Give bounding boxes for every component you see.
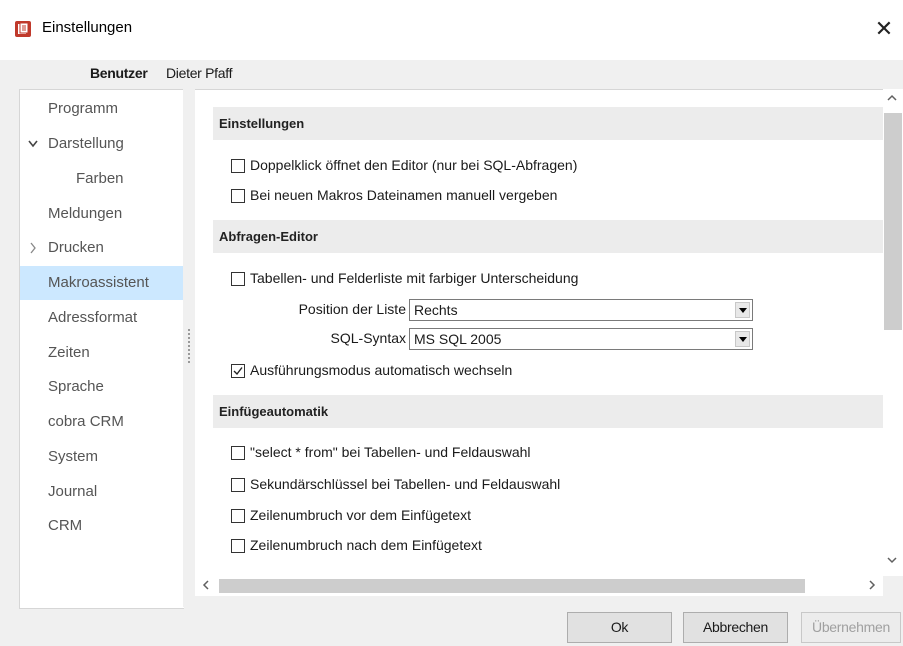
nav-item-label: Darstellung bbox=[48, 135, 124, 152]
settings-nav: Programm Darstellung Farben Meldungen Dr… bbox=[19, 89, 184, 609]
nav-item-makroassistent[interactable]: Makroassistent bbox=[20, 266, 184, 300]
close-icon[interactable]: ✕ bbox=[871, 16, 897, 42]
nav-item-label: Farben bbox=[76, 170, 124, 187]
nav-item-label: CRM bbox=[48, 517, 83, 534]
position-value: Rechts bbox=[414, 302, 458, 318]
nav-item-label: Makroassistent bbox=[48, 274, 149, 291]
grip-icon bbox=[188, 329, 190, 363]
nav-item-crm[interactable]: CRM bbox=[20, 509, 184, 543]
checkbox-label: Tabellen- und Felderliste mit farbiger U… bbox=[250, 270, 579, 286]
horizontal-scrollbar[interactable] bbox=[195, 576, 883, 596]
nav-item-cobra-crm[interactable]: cobra CRM bbox=[20, 405, 184, 439]
checkbox-label: Zeilenumbruch nach dem Einfügetext bbox=[250, 537, 482, 553]
nav-item-drucken[interactable]: Drucken bbox=[20, 231, 184, 265]
scroll-right-icon[interactable] bbox=[867, 577, 877, 593]
checkbox-label: Bei neuen Makros Dateinamen manuell verg… bbox=[250, 187, 558, 203]
section-header-abfragen-editor: Abfragen-Editor bbox=[213, 220, 883, 253]
checkbox-box[interactable] bbox=[231, 272, 245, 286]
nav-item-zeiten[interactable]: Zeiten bbox=[20, 336, 184, 370]
scroll-down-icon[interactable] bbox=[886, 555, 898, 565]
checkbox-box[interactable] bbox=[231, 189, 245, 203]
settings-content: Einstellungen Doppelklick öffnet den Edi… bbox=[195, 89, 883, 577]
user-name: Dieter Pfaff bbox=[166, 65, 233, 81]
nav-item-darstellung[interactable]: Darstellung bbox=[20, 127, 184, 161]
nav-item-adressformat[interactable]: Adressformat bbox=[20, 301, 184, 335]
nav-item-label: Journal bbox=[48, 483, 98, 500]
checkbox-box[interactable] bbox=[231, 446, 245, 460]
sql-syntax-label: SQL-Syntax bbox=[330, 330, 406, 346]
position-select[interactable]: Rechts bbox=[409, 299, 753, 321]
nav-item-system[interactable]: System bbox=[20, 440, 184, 474]
app-icon bbox=[15, 21, 31, 37]
nav-item-label: Programm bbox=[48, 100, 119, 117]
nav-item-label: cobra CRM bbox=[48, 413, 124, 430]
nav-item-label: Zeiten bbox=[48, 344, 90, 361]
vertical-scroll-thumb[interactable] bbox=[884, 113, 902, 330]
nav-item-sprache[interactable]: Sprache bbox=[20, 370, 184, 404]
checkbox-box[interactable] bbox=[231, 478, 245, 492]
nav-item-meldungen[interactable]: Meldungen bbox=[20, 197, 184, 231]
splitter-handle[interactable] bbox=[183, 89, 195, 607]
checkbox-box[interactable] bbox=[231, 539, 245, 553]
nav-item-label: Meldungen bbox=[48, 205, 123, 222]
checkmark-icon bbox=[233, 367, 243, 376]
section-title: Einstellungen bbox=[219, 116, 305, 131]
nav-item-farben[interactable]: Farben bbox=[20, 162, 184, 196]
horizontal-scroll-thumb[interactable] bbox=[219, 579, 805, 593]
ok-button[interactable]: Ok bbox=[567, 612, 672, 643]
section-title: Abfragen-Editor bbox=[219, 229, 318, 244]
section-header-einstellungen: Einstellungen bbox=[213, 107, 883, 140]
window-title: Einstellungen bbox=[42, 19, 133, 36]
scroll-left-icon[interactable] bbox=[201, 577, 211, 593]
scroll-up-icon[interactable] bbox=[886, 93, 898, 103]
sql-syntax-select[interactable]: MS SQL 2005 bbox=[409, 328, 753, 350]
nav-item-programm[interactable]: Programm bbox=[20, 92, 184, 126]
nav-item-label: Adressformat bbox=[48, 309, 138, 326]
checkbox-label: Sekundärschlüssel bei Tabellen- und Feld… bbox=[250, 476, 561, 492]
apply-button[interactable]: Übernehmen bbox=[801, 612, 901, 643]
title-bar: Einstellungen ✕ bbox=[0, 0, 903, 60]
user-bar: Benutzer Dieter Pfaff bbox=[0, 60, 903, 88]
vertical-scrollbar[interactable] bbox=[883, 89, 903, 576]
checkbox-box[interactable] bbox=[231, 364, 245, 378]
checkbox-label: Ausführungsmodus automatisch wechseln bbox=[250, 362, 513, 378]
user-label: Benutzer bbox=[90, 65, 148, 81]
chevron-down-icon[interactable] bbox=[735, 331, 750, 347]
checkbox-label: Doppelklick öffnet den Editor (nur bei S… bbox=[250, 157, 578, 173]
checkbox-label: "select * from" bei Tabellen- und Feldau… bbox=[250, 444, 531, 460]
section-header-einfuegeautomatik: Einfügeautomatik bbox=[213, 395, 883, 428]
checkbox-box[interactable] bbox=[231, 159, 245, 173]
section-title: Einfügeautomatik bbox=[219, 404, 329, 419]
nav-item-label: Sprache bbox=[48, 378, 104, 395]
checkbox-box[interactable] bbox=[231, 509, 245, 523]
position-label: Position der Liste bbox=[298, 301, 406, 317]
nav-item-label: System bbox=[48, 448, 99, 465]
cancel-button[interactable]: Abbrechen bbox=[683, 612, 788, 643]
nav-item-label: Drucken bbox=[48, 239, 104, 256]
chevron-right-icon[interactable] bbox=[26, 231, 40, 265]
checkbox-label: Zeilenumbruch vor dem Einfügetext bbox=[250, 507, 471, 523]
sql-syntax-value: MS SQL 2005 bbox=[414, 331, 502, 347]
chevron-down-icon[interactable] bbox=[26, 127, 40, 161]
nav-item-journal[interactable]: Journal bbox=[20, 475, 184, 509]
chevron-down-icon[interactable] bbox=[735, 302, 750, 318]
